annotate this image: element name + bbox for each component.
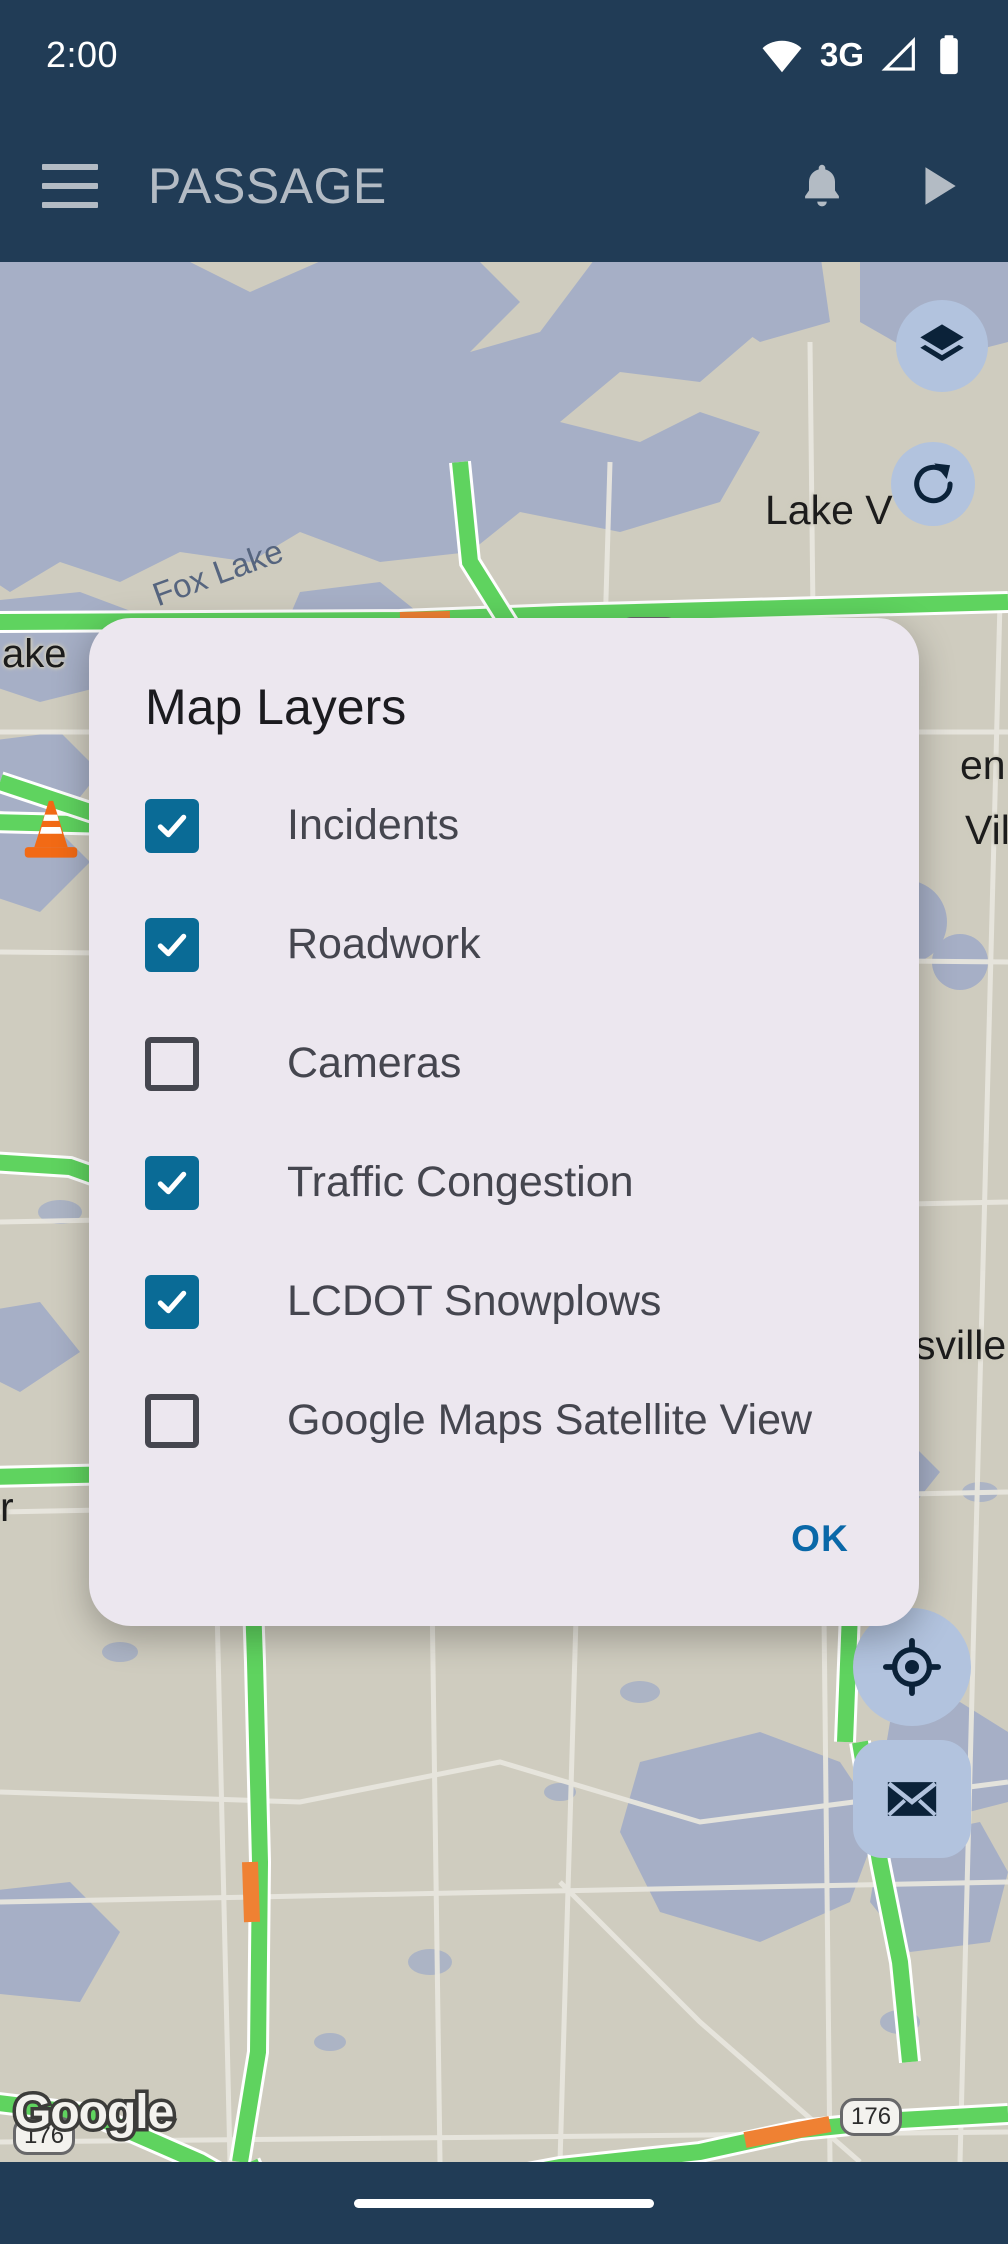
envelope-icon	[887, 1781, 937, 1817]
dialog-actions: OK	[89, 1480, 919, 1604]
layer-checkbox-list: Incidents Roadwork Cameras Traffic Congesti…	[89, 748, 919, 1480]
checkmark-icon	[157, 1290, 187, 1313]
messages-button[interactable]	[853, 1740, 971, 1858]
layer-row[interactable]: Cameras	[89, 1004, 919, 1123]
map-label: en	[960, 742, 1006, 788]
ok-button[interactable]: OK	[779, 1504, 861, 1574]
crosshair-location-icon	[883, 1638, 941, 1696]
page-title: PASSAGE	[148, 158, 387, 214]
checkbox-unchecked-icon[interactable]	[145, 1393, 199, 1448]
map-label: sville	[915, 1322, 1007, 1368]
layer-label: LCDOT Snowplows	[287, 1277, 662, 1325]
layer-row[interactable]: Traffic Congestion	[89, 1123, 919, 1242]
wifi-icon	[762, 40, 802, 73]
refresh-icon	[914, 463, 953, 504]
play-icon[interactable]	[914, 161, 964, 211]
layer-row[interactable]: Roadwork	[89, 885, 919, 1004]
status-icons: 3G	[760, 33, 962, 77]
app-bar: PASSAGE	[0, 110, 1008, 262]
app-bar-actions	[796, 160, 964, 212]
checkbox-checked-icon[interactable]	[145, 1274, 199, 1329]
layer-row[interactable]: LCDOT Snowplows	[89, 1242, 919, 1361]
checkbox-checked-icon[interactable]	[145, 917, 199, 972]
map-label: Vil	[965, 807, 1008, 853]
checkmark-icon	[157, 814, 187, 837]
route-shield: 176	[840, 2098, 903, 2136]
checkbox-checked-icon[interactable]	[145, 798, 199, 853]
battery-icon	[940, 35, 958, 75]
signal-icon	[881, 36, 915, 71]
checkmark-icon	[157, 933, 187, 956]
gesture-home-handle[interactable]	[354, 2198, 654, 2208]
checkbox-unchecked-icon[interactable]	[145, 1036, 199, 1091]
layer-label: Cameras	[287, 1039, 462, 1087]
layer-label: Incidents	[287, 801, 460, 849]
map-layers-button[interactable]	[896, 300, 988, 392]
menu-bar-3	[42, 202, 98, 208]
map-label: Lake V	[765, 487, 893, 533]
map-layers-dialog: Map Layers Incidents Roadwork Cameras Traff…	[89, 618, 919, 1626]
layers-icon	[920, 324, 964, 362]
map-label: r	[0, 1484, 14, 1530]
map-label: ake	[2, 632, 67, 676]
status-bar: 2:00 3G	[0, 0, 1008, 110]
hamburger-menu-icon[interactable]	[42, 164, 98, 208]
phone-screen: Fox LakeakeLake VenVilsvillerLakeWaucond…	[0, 0, 1008, 2244]
dialog-title: Map Layers	[145, 679, 407, 735]
google-attribution: Google	[10, 2083, 177, 2143]
layer-label: Google Maps Satellite View	[287, 1396, 813, 1444]
menu-bar-1	[42, 164, 98, 170]
layer-row[interactable]: Incidents	[89, 766, 919, 885]
system-navigation-bar	[0, 2162, 1008, 2244]
layer-label: Traffic Congestion	[287, 1158, 634, 1206]
notifications-bell-icon[interactable]	[796, 160, 848, 212]
status-time: 2:00	[46, 34, 119, 75]
layer-row[interactable]: Google Maps Satellite View	[89, 1361, 919, 1480]
traffic-cone-icon	[24, 800, 78, 858]
map-refresh-button[interactable]	[891, 442, 975, 526]
checkmark-icon	[157, 1171, 187, 1194]
layer-label: Roadwork	[287, 920, 481, 968]
menu-bar-2	[42, 183, 98, 189]
network-type-label: 3G	[819, 36, 864, 73]
roadwork-cone-marker[interactable]	[22, 797, 80, 864]
checkbox-checked-icon[interactable]	[145, 1155, 199, 1210]
